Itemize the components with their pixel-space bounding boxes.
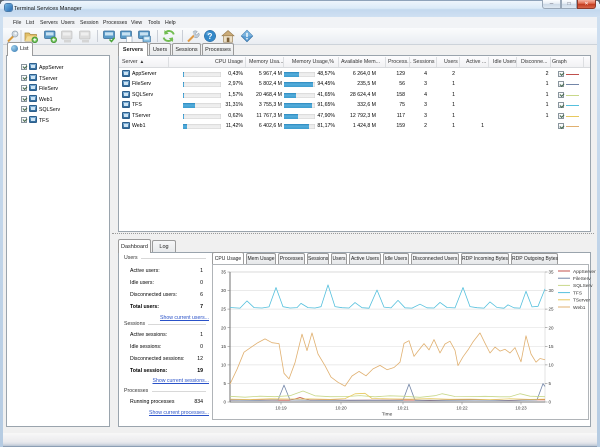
svg-text:?: ? [208,32,213,41]
